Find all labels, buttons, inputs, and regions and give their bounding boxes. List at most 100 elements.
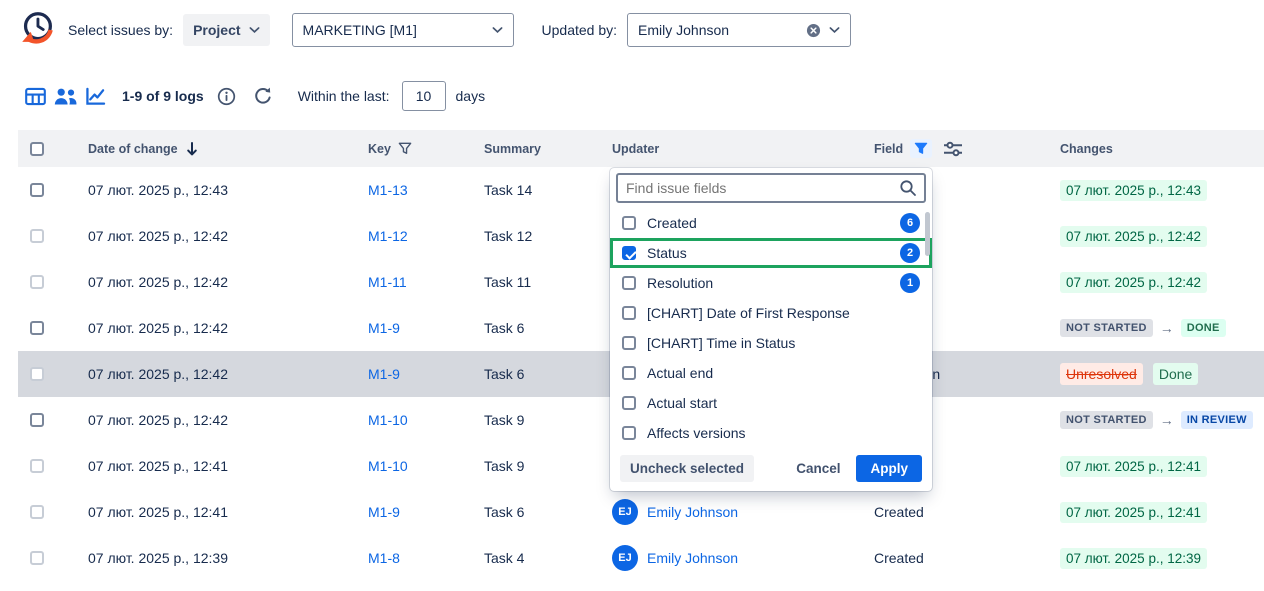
refresh-icon[interactable] xyxy=(250,83,276,109)
chevron-down-icon[interactable] xyxy=(829,26,840,34)
column-header-key[interactable]: Key xyxy=(368,142,484,156)
date-of-change-cell: 07 лют. 2025 р., 12:43 xyxy=(88,182,368,198)
issue-key-link[interactable]: M1-9 xyxy=(368,366,400,382)
row-checkbox[interactable] xyxy=(30,321,44,335)
summary-cell: Task 6 xyxy=(484,320,612,336)
select-all-checkbox[interactable] xyxy=(30,142,44,156)
field-filter-option[interactable]: Actual end xyxy=(610,358,932,388)
summary-cell: Task 9 xyxy=(484,458,612,474)
column-label: Changes xyxy=(1060,142,1113,156)
field-filter-list: Created6Status2Resolution1[CHART] Date o… xyxy=(610,208,932,448)
resolution-new-value: Done xyxy=(1153,363,1198,385)
sort-descending-icon[interactable] xyxy=(185,141,199,157)
field-cell: Created xyxy=(874,504,1060,520)
option-checkbox[interactable] xyxy=(622,306,636,320)
field-cell: Created xyxy=(874,550,1060,566)
changes-cell: UnresolvedDone xyxy=(1060,363,1264,385)
field-filter-option[interactable]: Resolution1 xyxy=(610,268,932,298)
uncheck-selected-button[interactable]: Uncheck selected xyxy=(620,455,754,482)
row-checkbox[interactable] xyxy=(30,229,44,243)
updater-link[interactable]: Emily Johnson xyxy=(647,504,738,520)
row-checkbox[interactable] xyxy=(30,551,44,565)
key-cell: M1-9 xyxy=(368,366,484,382)
option-checkbox[interactable] xyxy=(622,426,636,440)
issue-key-link[interactable]: M1-8 xyxy=(368,550,400,566)
issue-key-link[interactable]: M1-10 xyxy=(368,458,408,474)
row-checkbox[interactable] xyxy=(30,367,44,381)
summary-cell: Task 11 xyxy=(484,274,612,290)
column-header-field: Field xyxy=(874,139,1060,158)
issue-key-link[interactable]: M1-10 xyxy=(368,412,408,428)
row-checkbox[interactable] xyxy=(30,459,44,473)
summary-cell: Task 4 xyxy=(484,550,612,566)
row-checkbox[interactable] xyxy=(30,505,44,519)
field-filter-option[interactable]: [CHART] Date of First Response xyxy=(610,298,932,328)
option-label: Created xyxy=(647,215,889,231)
apply-button[interactable]: Apply xyxy=(856,455,922,482)
updater-link[interactable]: Emily Johnson xyxy=(647,550,738,566)
key-cell: M1-8 xyxy=(368,550,484,566)
issue-key-link[interactable]: M1-9 xyxy=(368,504,400,520)
chevron-down-icon xyxy=(249,26,260,34)
change-date-value: 07 лют. 2025 р., 12:42 xyxy=(1060,226,1207,247)
option-checkbox[interactable] xyxy=(622,336,636,350)
field-filter-option[interactable]: Affects versions xyxy=(610,418,932,448)
date-of-change-cell: 07 лют. 2025 р., 12:42 xyxy=(88,274,368,290)
clear-selection-icon[interactable] xyxy=(806,23,821,38)
top-bar: Select issues by: Project MARKETING [M1]… xyxy=(0,0,1264,60)
date-of-change-cell: 07 лют. 2025 р., 12:39 xyxy=(88,550,368,566)
key-filter-icon[interactable] xyxy=(398,142,412,155)
row-checkbox[interactable] xyxy=(30,183,44,197)
row-select-cell xyxy=(18,229,88,243)
issue-key-link[interactable]: M1-12 xyxy=(368,228,408,244)
project-select[interactable]: MARKETING [M1] xyxy=(292,13,514,47)
days-suffix-label: days xyxy=(456,88,486,104)
app-logo-icon xyxy=(16,9,58,51)
changes-cell: NOT STARTED→IN REVIEW xyxy=(1060,411,1264,429)
option-checkbox[interactable] xyxy=(622,216,636,230)
arrow-right-icon: → xyxy=(1160,412,1174,428)
display-settings-icon[interactable] xyxy=(943,141,963,157)
field-filter-option[interactable]: Status2 xyxy=(610,238,932,268)
chart-view-icon[interactable] xyxy=(80,82,110,110)
table-header-row: Date of change Key Summary Updater Field xyxy=(18,130,1264,167)
key-cell: M1-12 xyxy=(368,228,484,244)
scrollbar-thumb[interactable] xyxy=(925,212,930,256)
option-checkbox[interactable] xyxy=(622,246,636,260)
updated-by-label: Updated by: xyxy=(542,22,618,38)
issue-source-dropdown[interactable]: Project xyxy=(183,14,269,46)
table-row[interactable]: 07 лют. 2025 р., 12:41M1-9Task 6EJEmily … xyxy=(18,489,1264,535)
row-checkbox[interactable] xyxy=(30,413,44,427)
date-of-change-cell: 07 лют. 2025 р., 12:42 xyxy=(88,320,368,336)
field-filter-icon[interactable] xyxy=(910,139,932,158)
issue-key-link[interactable]: M1-11 xyxy=(368,274,407,290)
info-icon[interactable] xyxy=(214,83,240,109)
table-view-icon[interactable] xyxy=(20,82,50,110)
select-all-cell xyxy=(18,142,88,156)
updated-by-select[interactable]: Emily Johnson xyxy=(627,13,851,47)
change-date-value: 07 лют. 2025 р., 12:41 xyxy=(1060,502,1207,523)
field-filter-option[interactable]: [CHART] Time in Status xyxy=(610,328,932,358)
column-header-date-of-change[interactable]: Date of change xyxy=(88,141,368,157)
row-checkbox[interactable] xyxy=(30,275,44,289)
date-of-change-cell: 07 лют. 2025 р., 12:42 xyxy=(88,366,368,382)
field-filter-option[interactable]: Created6 xyxy=(610,208,932,238)
option-checkbox[interactable] xyxy=(622,366,636,380)
date-of-change-cell: 07 лют. 2025 р., 12:41 xyxy=(88,504,368,520)
status-to-badge: IN REVIEW xyxy=(1181,411,1253,429)
days-input[interactable] xyxy=(402,81,446,111)
option-checkbox[interactable] xyxy=(622,396,636,410)
changes-cell: 07 лют. 2025 р., 12:41 xyxy=(1060,456,1264,477)
changes-cell: 07 лют. 2025 р., 12:41 xyxy=(1060,502,1264,523)
field-search-input[interactable] xyxy=(616,173,926,203)
changes-cell: NOT STARTED→DONE xyxy=(1060,319,1264,337)
group-view-icon[interactable] xyxy=(50,82,80,110)
updater-cell: EJEmily Johnson xyxy=(612,499,874,525)
issue-key-link[interactable]: M1-13 xyxy=(368,182,408,198)
issue-key-link[interactable]: M1-9 xyxy=(368,320,400,336)
row-select-cell xyxy=(18,459,88,473)
option-checkbox[interactable] xyxy=(622,276,636,290)
table-row[interactable]: 07 лют. 2025 р., 12:39M1-8Task 4EJEmily … xyxy=(18,535,1264,581)
cancel-button[interactable]: Cancel xyxy=(796,461,840,476)
field-filter-option[interactable]: Actual start xyxy=(610,388,932,418)
